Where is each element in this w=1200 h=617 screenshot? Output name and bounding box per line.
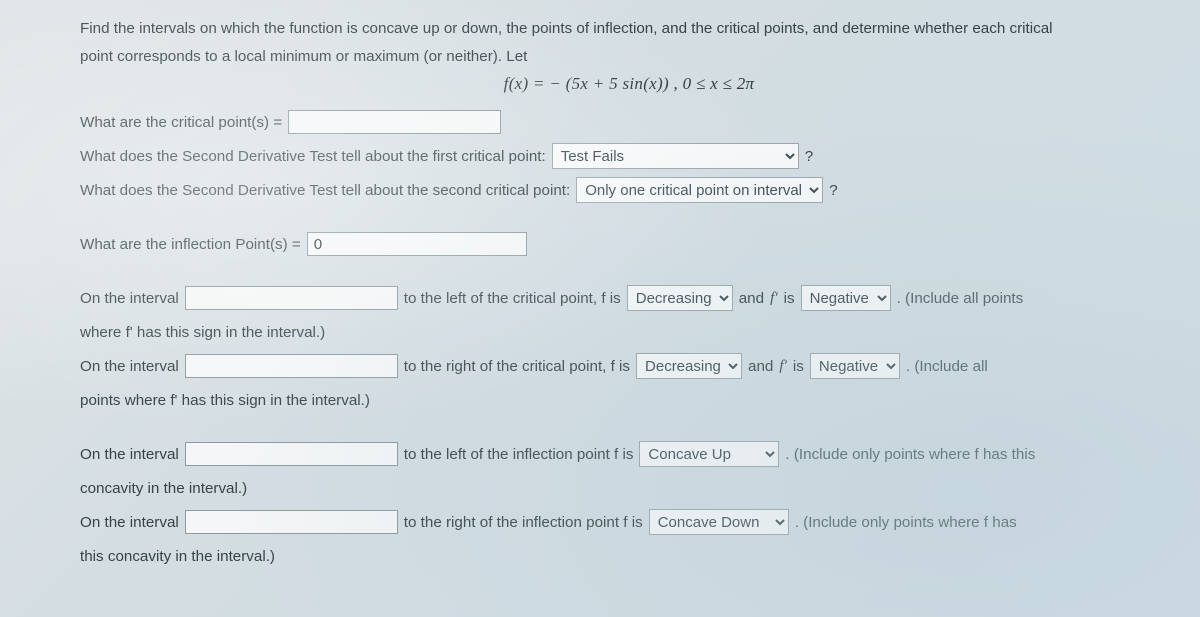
intro-line-2: point corresponds to a local minimum or … (80, 46, 1178, 68)
on-interval-3: On the interval (80, 446, 179, 463)
left-infl-label: to the left of the inflection point f is (404, 446, 634, 463)
inflection-points-input[interactable] (307, 232, 527, 256)
left-crit-sign-select[interactable]: NegativePositiveZero (801, 285, 891, 311)
include-all-note-2: . (Include all (906, 358, 988, 375)
right-crit-cont-row: points where f' has this sign in the int… (80, 386, 1178, 414)
critical-points-row: What are the critical point(s) = (80, 108, 1178, 136)
interval-right-infl-input[interactable] (185, 510, 398, 534)
second-deriv-1-label: What does the Second Derivative Test tel… (80, 148, 546, 165)
critical-points-label: What are the critical point(s) = (80, 114, 282, 131)
inflection-points-label: What are the inflection Point(s) = (80, 236, 301, 253)
qmark-1: ? (805, 148, 813, 165)
left-crit-direction-select[interactable]: DecreasingIncreasing (627, 285, 733, 311)
right-crit-sign-select[interactable]: NegativePositiveZero (810, 353, 900, 379)
problem-page: Find the intervals on which the function… (0, 0, 1200, 617)
second-deriv-1-row: What does the Second Derivative Test tel… (80, 142, 1178, 170)
intro-line-1: Find the intervals on which the function… (80, 18, 1178, 40)
left-infl-row: On the interval to the left of the infle… (80, 440, 1178, 468)
interval-left-infl-input[interactable] (185, 442, 398, 466)
function-formula: f(x) = − (5x + 5 sin(x)) , 0 ≤ x ≤ 2π (80, 74, 1178, 94)
include-only-note-2: . (Include only points where f has (795, 514, 1017, 531)
left-crit-row: On the interval to the left of the criti… (80, 284, 1178, 312)
right-infl-row: On the interval to the right of the infl… (80, 508, 1178, 536)
second-deriv-2-label: What does the Second Derivative Test tel… (80, 182, 570, 199)
right-crit-direction-select[interactable]: DecreasingIncreasing (636, 353, 742, 379)
second-deriv-1-select[interactable]: Test FailsLocal MaximumLocal MinimumCann… (552, 143, 799, 169)
is-1: is (784, 290, 795, 307)
left-crit-label: to the left of the critical point, f is (404, 290, 621, 307)
right-crit-label: to the right of the critical point, f is (404, 358, 630, 375)
this-concavity-in-interval: this concavity in the interval.) (80, 548, 275, 565)
points-where-sign-2: points where f' has this sign in the int… (80, 392, 370, 409)
left-infl-concavity-select[interactable]: Concave UpConcave Down (639, 441, 779, 467)
critical-points-input[interactable] (288, 110, 501, 134)
right-infl-cont-row: this concavity in the interval.) (80, 542, 1178, 570)
inflection-points-row: What are the inflection Point(s) = (80, 230, 1178, 258)
fprime-label-1: f (770, 289, 778, 307)
on-interval-2: On the interval (80, 358, 179, 375)
fprime-label-2: f (779, 357, 787, 375)
and-2: and (748, 358, 773, 375)
on-interval-1: On the interval (80, 290, 179, 307)
right-crit-row: On the interval to the right of the crit… (80, 352, 1178, 380)
is-2: is (793, 358, 804, 375)
right-infl-label: to the right of the inflection point f i… (404, 514, 643, 531)
left-crit-cont-row: where f' has this sign in the interval.) (80, 318, 1178, 346)
concavity-in-interval-1: concavity in the interval.) (80, 480, 247, 497)
interval-right-crit-input[interactable] (185, 354, 398, 378)
and-1: and (739, 290, 764, 307)
on-interval-4: On the interval (80, 514, 179, 531)
second-deriv-2-row: What does the Second Derivative Test tel… (80, 176, 1178, 204)
qmark-2: ? (829, 182, 837, 199)
interval-left-crit-input[interactable] (185, 286, 398, 310)
second-deriv-2-select[interactable]: Only one critical point on intervalTest … (576, 177, 823, 203)
where-sign-1: where f' has this sign in the interval.) (80, 324, 325, 341)
right-infl-concavity-select[interactable]: Concave UpConcave Down (649, 509, 789, 535)
include-all-points-note-1: . (Include all points (897, 290, 1024, 307)
include-only-note-1: . (Include only points where f has this (785, 446, 1035, 463)
left-infl-cont-row: concavity in the interval.) (80, 474, 1178, 502)
